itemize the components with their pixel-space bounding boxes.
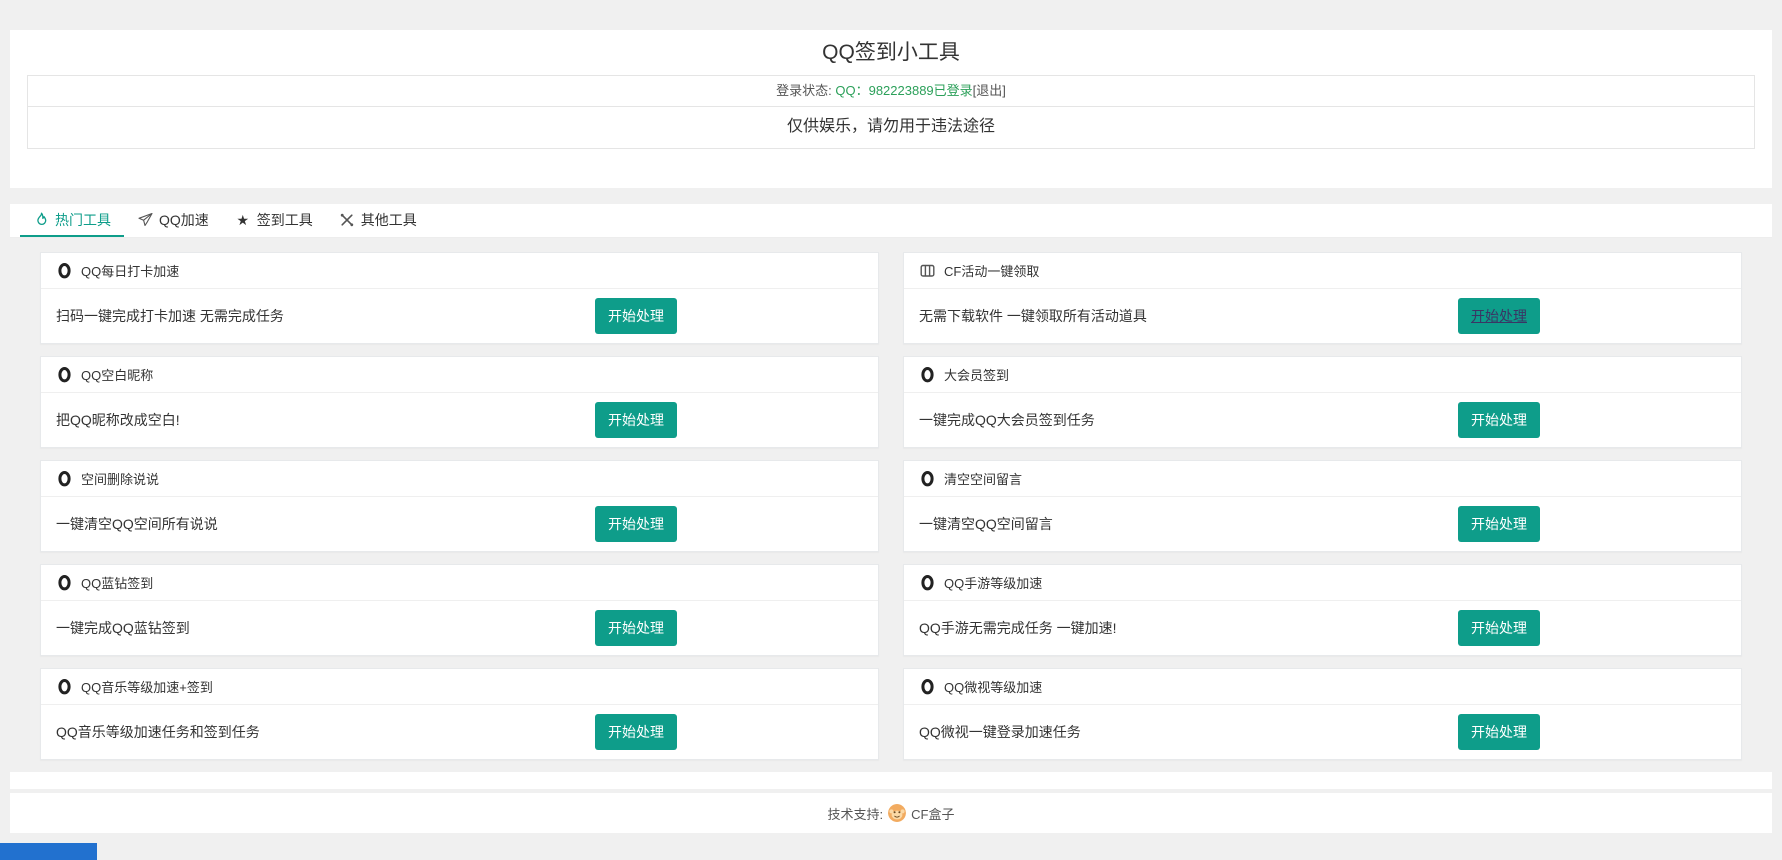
page-title: QQ签到小工具 <box>10 30 1772 68</box>
flame-icon <box>33 212 49 228</box>
tool-card: CF活动一键领取 无需下载软件 一键领取所有活动道具 开始处理 <box>903 252 1742 344</box>
tool-card-header: QQ手游等级加速 <box>904 565 1741 601</box>
tool-card: 清空空间留言 一键清空QQ空间留言 开始处理 <box>903 460 1742 552</box>
start-process-button[interactable]: 开始处理 <box>1458 402 1540 438</box>
tool-title: 大会员签到 <box>944 365 1009 384</box>
start-process-button[interactable]: 开始处理 <box>595 506 677 542</box>
tool-title: QQ手游等级加速 <box>944 573 1042 592</box>
tool-description: 一键完成QQ蓝钻签到 <box>56 618 190 638</box>
tab-qq-boost[interactable]: QQ加速 <box>124 204 222 237</box>
start-process-button[interactable]: 开始处理 <box>1458 610 1540 646</box>
qq-icon <box>919 574 936 591</box>
qq-icon <box>56 574 73 591</box>
tool-description: QQ音乐等级加速任务和签到任务 <box>56 722 260 742</box>
tool-card-header: 空间删除说说 <box>41 461 878 497</box>
footer-bar: 技术支持: CF盒子 <box>10 793 1772 833</box>
qq-icon <box>919 366 936 383</box>
notice-box: 仅供娱乐，请勿用于违法途径 <box>27 107 1755 149</box>
login-status-value: QQ：982223889已登录 <box>835 83 972 98</box>
tool-card-header: QQ每日打卡加速 <box>41 253 878 289</box>
tool-description: 一键清空QQ空间留言 <box>919 514 1053 534</box>
qq-icon <box>56 470 73 487</box>
tool-card-body: 把QQ昵称改成空白! 开始处理 <box>41 393 878 447</box>
tool-title: QQ空白昵称 <box>81 365 153 384</box>
login-status-box: 登录状态: QQ：982223889已登录[退出] <box>27 75 1755 107</box>
tool-card-header: 清空空间留言 <box>904 461 1741 497</box>
tool-title: QQ每日打卡加速 <box>81 261 179 280</box>
qq-icon <box>919 470 936 487</box>
footer-spacer <box>10 772 1772 789</box>
qq-icon <box>919 678 936 695</box>
tool-description: 无需下载软件 一键领取所有活动道具 <box>919 306 1147 326</box>
star-icon: ★ <box>235 212 251 228</box>
tool-card: QQ空白昵称 把QQ昵称改成空白! 开始处理 <box>40 356 879 448</box>
tool-card: QQ音乐等级加速+签到 QQ音乐等级加速任务和签到任务 开始处理 <box>40 668 879 760</box>
tab-other-tools[interactable]: 其他工具 <box>326 204 430 237</box>
tool-card-body: 一键完成QQ蓝钻签到 开始处理 <box>41 601 878 655</box>
tab-label: QQ加速 <box>159 210 209 230</box>
tool-card: QQ手游等级加速 QQ手游无需完成任务 一键加速! 开始处理 <box>903 564 1742 656</box>
tab-label: 签到工具 <box>257 210 313 230</box>
status-bar <box>0 843 97 860</box>
tool-card-body: 一键清空QQ空间所有说说 开始处理 <box>41 497 878 551</box>
tool-title: 空间删除说说 <box>81 469 159 488</box>
tool-card-body: QQ微视一键登录加速任务 开始处理 <box>904 705 1741 759</box>
tools-icon <box>339 212 355 228</box>
header-panel: QQ签到小工具 登录状态: QQ：982223889已登录[退出] 仅供娱乐，请… <box>10 30 1772 188</box>
start-process-button[interactable]: 开始处理 <box>1458 714 1540 750</box>
support-name[interactable]: CF盒子 <box>911 804 954 823</box>
tool-card-body: QQ音乐等级加速任务和签到任务 开始处理 <box>41 705 878 759</box>
tool-title: QQ音乐等级加速+签到 <box>81 677 213 696</box>
tool-title: QQ微视等级加速 <box>944 677 1042 696</box>
tool-title: CF活动一键领取 <box>944 261 1039 280</box>
tool-description: 把QQ昵称改成空白! <box>56 410 180 430</box>
tool-card-body: 一键清空QQ空间留言 开始处理 <box>904 497 1741 551</box>
cards-grid: QQ每日打卡加速 扫码一键完成打卡加速 无需完成任务 开始处理 CF活动一键领取… <box>40 252 1742 760</box>
support-label: 技术支持: <box>828 804 884 823</box>
tab-label: 热门工具 <box>55 210 111 230</box>
tool-description: QQ微视一键登录加速任务 <box>919 722 1081 742</box>
qq-icon <box>56 366 73 383</box>
qq-icon <box>56 262 73 279</box>
tool-title: 清空空间留言 <box>944 469 1022 488</box>
tool-card-header: QQ空白昵称 <box>41 357 878 393</box>
tool-card: QQ每日打卡加速 扫码一键完成打卡加速 无需完成任务 开始处理 <box>40 252 879 344</box>
tool-card: QQ微视等级加速 QQ微视一键登录加速任务 开始处理 <box>903 668 1742 760</box>
login-status-label: 登录状态: <box>776 83 832 98</box>
tab-signin-tools[interactable]: ★ 签到工具 <box>222 204 326 237</box>
tool-description: 扫码一键完成打卡加速 无需完成任务 <box>56 306 284 326</box>
tool-card-body: QQ手游无需完成任务 一键加速! 开始处理 <box>904 601 1741 655</box>
tool-card-header: CF活动一键领取 <box>904 253 1741 289</box>
paper-plane-icon <box>137 212 153 228</box>
logout-link[interactable]: [退出] <box>973 83 1006 98</box>
start-process-button[interactable]: 开始处理 <box>1458 298 1540 334</box>
tool-card: 大会员签到 一键完成QQ大会员签到任务 开始处理 <box>903 356 1742 448</box>
start-process-button[interactable]: 开始处理 <box>595 402 677 438</box>
tool-description: QQ手游无需完成任务 一键加速! <box>919 618 1117 638</box>
tool-card: QQ蓝钻签到 一键完成QQ蓝钻签到 开始处理 <box>40 564 879 656</box>
tabs-bar: 热门工具 QQ加速 ★ 签到工具 其他工具 <box>10 204 1772 238</box>
start-process-button[interactable]: 开始处理 <box>595 610 677 646</box>
start-process-button[interactable]: 开始处理 <box>1458 506 1540 542</box>
tool-card: 空间删除说说 一键清空QQ空间所有说说 开始处理 <box>40 460 879 552</box>
tool-title: QQ蓝钻签到 <box>81 573 153 592</box>
start-process-button[interactable]: 开始处理 <box>595 298 677 334</box>
tool-card-body: 一键完成QQ大会员签到任务 开始处理 <box>904 393 1741 447</box>
tool-card-header: QQ音乐等级加速+签到 <box>41 669 878 705</box>
tab-label: 其他工具 <box>361 210 417 230</box>
tool-card-body: 扫码一键完成打卡加速 无需完成任务 开始处理 <box>41 289 878 343</box>
start-process-button[interactable]: 开始处理 <box>595 714 677 750</box>
tool-card-body: 无需下载软件 一键领取所有活动道具 开始处理 <box>904 289 1741 343</box>
tool-card-header: 大会员签到 <box>904 357 1741 393</box>
tool-card-header: QQ蓝钻签到 <box>41 565 878 601</box>
notice-text: 仅供娱乐，请勿用于违法途径 <box>787 118 995 135</box>
gift-icon <box>919 262 936 279</box>
tool-description: 一键完成QQ大会员签到任务 <box>919 410 1095 430</box>
tab-hot-tools[interactable]: 热门工具 <box>20 204 124 237</box>
tool-description: 一键清空QQ空间所有说说 <box>56 514 218 534</box>
tool-card-header: QQ微视等级加速 <box>904 669 1741 705</box>
cf-box-avatar-icon <box>888 804 906 822</box>
qq-icon <box>56 678 73 695</box>
